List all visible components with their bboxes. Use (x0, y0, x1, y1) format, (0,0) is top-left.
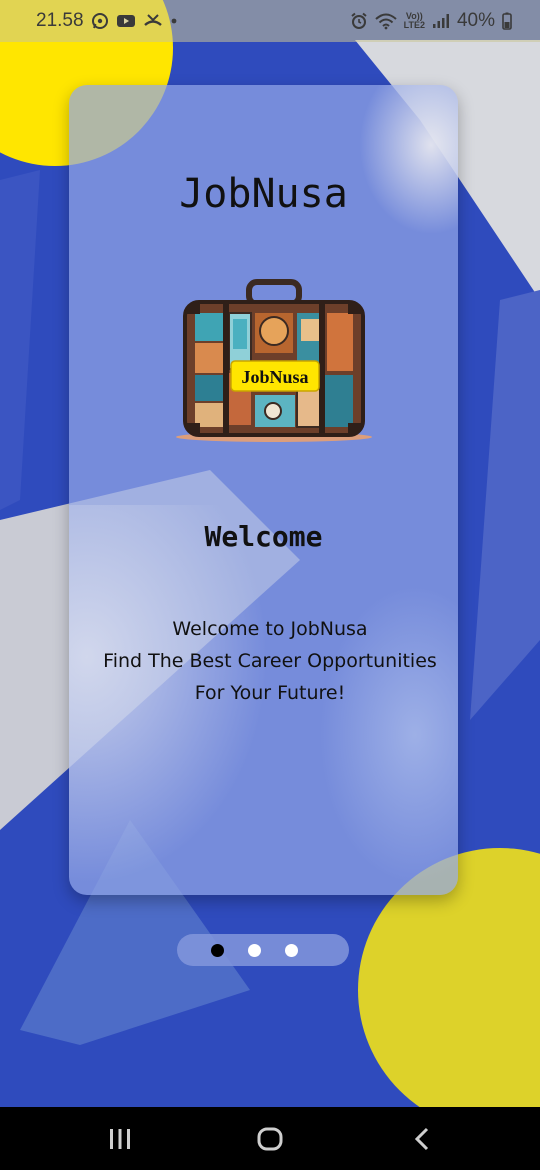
home-button[interactable] (230, 1107, 310, 1170)
welcome-line: Welcome to JobNusa (172, 618, 368, 640)
alarm-icon (350, 12, 367, 29)
welcome-line: For Your Future! (194, 682, 346, 704)
volte-icon: Vo)) LTE2 (404, 12, 425, 30)
welcome-line: Find The Best Career Opportunities (103, 650, 437, 672)
status-right: Vo)) LTE2 40% (350, 10, 512, 32)
wifi-icon (374, 13, 397, 30)
battery-percent: 40% (456, 10, 495, 31)
page-dot[interactable] (247, 943, 261, 957)
suitcase-label-text: JobNusa (241, 367, 308, 387)
welcome-heading: Welcome (204, 520, 323, 553)
onboarding-card: JobNusa JobNusa Welcome Welcome to JobNu… (69, 85, 458, 895)
volte-bottom-label: LTE2 (403, 20, 425, 30)
back-button[interactable] (382, 1107, 462, 1170)
app-title: JobNusa (179, 171, 348, 217)
status-left: 21.58 (36, 10, 178, 32)
youtube-icon (116, 15, 135, 27)
signal-icon (432, 14, 449, 28)
status-time: 21.58 (36, 10, 84, 31)
suitcase-logo-icon: JobNusa (176, 279, 372, 442)
home-icon (257, 1127, 283, 1150)
navigation-bar (0, 1107, 540, 1170)
status-bar: 21.58 Vo)) LTE2 40% (0, 0, 540, 42)
page-indicator[interactable] (177, 934, 349, 966)
dot-icon (171, 18, 176, 24)
whatsapp-icon (91, 13, 108, 29)
back-icon (414, 1127, 429, 1150)
page-dot-active[interactable] (210, 943, 224, 957)
recent-apps-icon (110, 1128, 130, 1149)
recent-apps-button[interactable] (80, 1107, 160, 1170)
battery-icon (502, 12, 512, 30)
page-dot[interactable] (284, 943, 298, 957)
missed-call-icon (143, 14, 162, 26)
welcome-text: Welcome to JobNusa Find The Best Career … (69, 613, 458, 709)
